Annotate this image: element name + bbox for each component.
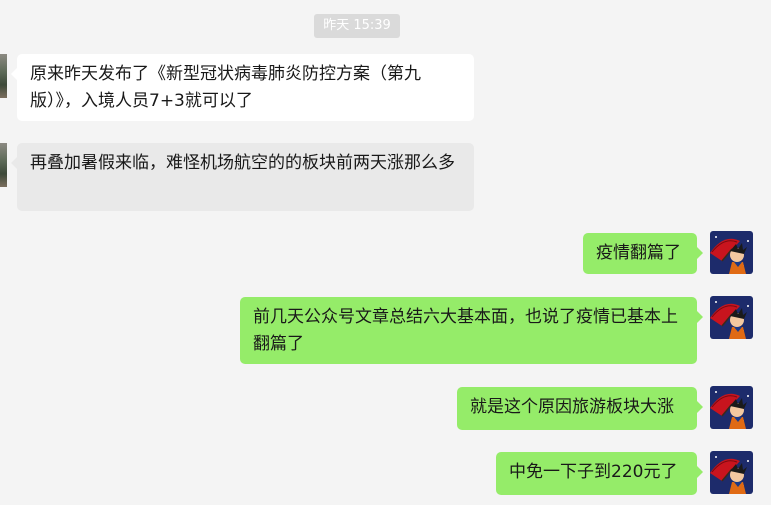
message-bubble-incoming[interactable]: 再叠加暑假来临，难怪机场航空的的板块前两天涨那么多	[11, 143, 474, 211]
self-avatar[interactable]	[710, 296, 753, 339]
self-avatar[interactable]	[710, 231, 753, 274]
self-avatar[interactable]	[710, 451, 753, 494]
contact-avatar[interactable]	[0, 143, 7, 187]
self-avatar[interactable]	[710, 386, 753, 429]
anime-avatar-icon	[710, 231, 753, 274]
message-bubble-outgoing[interactable]: 前几天公众号文章总结六大基本面，也说了疫情已基本上翻篇了	[240, 297, 703, 364]
anime-avatar-icon	[710, 296, 753, 339]
message-bubble-outgoing[interactable]: 疫情翻篇了	[583, 233, 703, 274]
message-bubble-outgoing[interactable]: 中免一下子到220元了	[496, 452, 703, 495]
message-bubble-incoming[interactable]: 原来昨天发布了《新型冠状病毒肺炎防控方案（第九版）》，入境人员7+3就可以了	[11, 54, 474, 121]
contact-avatar[interactable]	[0, 54, 7, 98]
anime-avatar-icon	[710, 451, 753, 494]
anime-avatar-icon	[710, 386, 753, 429]
timestamp: 昨天 15:39	[314, 14, 400, 38]
message-bubble-outgoing[interactable]: 就是这个原因旅游板块大涨	[457, 387, 703, 430]
